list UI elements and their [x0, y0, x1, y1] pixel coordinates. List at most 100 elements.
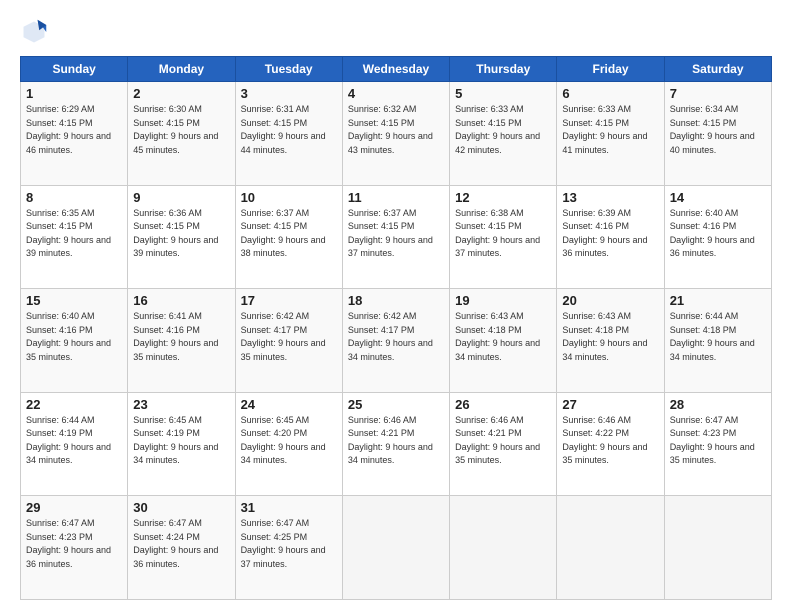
calendar-cell: 20 Sunrise: 6:43 AMSunset: 4:18 PMDaylig…	[557, 289, 664, 393]
calendar-cell: 17 Sunrise: 6:42 AMSunset: 4:17 PMDaylig…	[235, 289, 342, 393]
day-info: Sunrise: 6:41 AMSunset: 4:16 PMDaylight:…	[133, 311, 218, 362]
day-info: Sunrise: 6:29 AMSunset: 4:15 PMDaylight:…	[26, 104, 111, 155]
day-info: Sunrise: 6:43 AMSunset: 4:18 PMDaylight:…	[562, 311, 647, 362]
day-info: Sunrise: 6:44 AMSunset: 4:19 PMDaylight:…	[26, 415, 111, 466]
calendar-cell: 4 Sunrise: 6:32 AMSunset: 4:15 PMDayligh…	[342, 82, 449, 186]
day-number: 13	[562, 190, 658, 205]
calendar-cell	[450, 496, 557, 600]
calendar-cell: 26 Sunrise: 6:46 AMSunset: 4:21 PMDaylig…	[450, 392, 557, 496]
col-header-thursday: Thursday	[450, 57, 557, 82]
day-number: 11	[348, 190, 444, 205]
calendar-cell: 16 Sunrise: 6:41 AMSunset: 4:16 PMDaylig…	[128, 289, 235, 393]
calendar-cell: 13 Sunrise: 6:39 AMSunset: 4:16 PMDaylig…	[557, 185, 664, 289]
calendar-cell: 1 Sunrise: 6:29 AMSunset: 4:15 PMDayligh…	[21, 82, 128, 186]
day-number: 7	[670, 86, 766, 101]
col-header-friday: Friday	[557, 57, 664, 82]
calendar-week-5: 29 Sunrise: 6:47 AMSunset: 4:23 PMDaylig…	[21, 496, 772, 600]
day-info: Sunrise: 6:37 AMSunset: 4:15 PMDaylight:…	[348, 208, 433, 259]
calendar-cell: 3 Sunrise: 6:31 AMSunset: 4:15 PMDayligh…	[235, 82, 342, 186]
day-info: Sunrise: 6:34 AMSunset: 4:15 PMDaylight:…	[670, 104, 755, 155]
calendar-week-3: 15 Sunrise: 6:40 AMSunset: 4:16 PMDaylig…	[21, 289, 772, 393]
day-info: Sunrise: 6:37 AMSunset: 4:15 PMDaylight:…	[241, 208, 326, 259]
day-number: 1	[26, 86, 122, 101]
col-header-saturday: Saturday	[664, 57, 771, 82]
day-info: Sunrise: 6:31 AMSunset: 4:15 PMDaylight:…	[241, 104, 326, 155]
day-number: 14	[670, 190, 766, 205]
day-info: Sunrise: 6:38 AMSunset: 4:15 PMDaylight:…	[455, 208, 540, 259]
calendar-cell: 25 Sunrise: 6:46 AMSunset: 4:21 PMDaylig…	[342, 392, 449, 496]
calendar-header-row: SundayMondayTuesdayWednesdayThursdayFrid…	[21, 57, 772, 82]
calendar-cell: 19 Sunrise: 6:43 AMSunset: 4:18 PMDaylig…	[450, 289, 557, 393]
calendar-cell	[557, 496, 664, 600]
day-info: Sunrise: 6:42 AMSunset: 4:17 PMDaylight:…	[348, 311, 433, 362]
calendar-cell: 31 Sunrise: 6:47 AMSunset: 4:25 PMDaylig…	[235, 496, 342, 600]
calendar-cell: 8 Sunrise: 6:35 AMSunset: 4:15 PMDayligh…	[21, 185, 128, 289]
calendar-week-1: 1 Sunrise: 6:29 AMSunset: 4:15 PMDayligh…	[21, 82, 772, 186]
calendar-cell: 22 Sunrise: 6:44 AMSunset: 4:19 PMDaylig…	[21, 392, 128, 496]
calendar-cell: 27 Sunrise: 6:46 AMSunset: 4:22 PMDaylig…	[557, 392, 664, 496]
calendar-table: SundayMondayTuesdayWednesdayThursdayFrid…	[20, 56, 772, 600]
day-number: 16	[133, 293, 229, 308]
day-number: 2	[133, 86, 229, 101]
calendar-cell: 18 Sunrise: 6:42 AMSunset: 4:17 PMDaylig…	[342, 289, 449, 393]
calendar-cell: 2 Sunrise: 6:30 AMSunset: 4:15 PMDayligh…	[128, 82, 235, 186]
calendar-cell: 11 Sunrise: 6:37 AMSunset: 4:15 PMDaylig…	[342, 185, 449, 289]
day-info: Sunrise: 6:36 AMSunset: 4:15 PMDaylight:…	[133, 208, 218, 259]
day-info: Sunrise: 6:47 AMSunset: 4:25 PMDaylight:…	[241, 518, 326, 569]
day-info: Sunrise: 6:30 AMSunset: 4:15 PMDaylight:…	[133, 104, 218, 155]
day-info: Sunrise: 6:40 AMSunset: 4:16 PMDaylight:…	[26, 311, 111, 362]
calendar-cell: 30 Sunrise: 6:47 AMSunset: 4:24 PMDaylig…	[128, 496, 235, 600]
day-number: 15	[26, 293, 122, 308]
calendar-cell: 23 Sunrise: 6:45 AMSunset: 4:19 PMDaylig…	[128, 392, 235, 496]
calendar-cell: 15 Sunrise: 6:40 AMSunset: 4:16 PMDaylig…	[21, 289, 128, 393]
day-number: 28	[670, 397, 766, 412]
calendar-cell	[342, 496, 449, 600]
calendar-week-4: 22 Sunrise: 6:44 AMSunset: 4:19 PMDaylig…	[21, 392, 772, 496]
day-info: Sunrise: 6:47 AMSunset: 4:23 PMDaylight:…	[670, 415, 755, 466]
day-info: Sunrise: 6:45 AMSunset: 4:20 PMDaylight:…	[241, 415, 326, 466]
calendar-cell: 12 Sunrise: 6:38 AMSunset: 4:15 PMDaylig…	[450, 185, 557, 289]
calendar-cell: 21 Sunrise: 6:44 AMSunset: 4:18 PMDaylig…	[664, 289, 771, 393]
day-info: Sunrise: 6:46 AMSunset: 4:21 PMDaylight:…	[348, 415, 433, 466]
day-number: 4	[348, 86, 444, 101]
day-number: 26	[455, 397, 551, 412]
day-number: 3	[241, 86, 337, 101]
day-number: 29	[26, 500, 122, 515]
day-number: 23	[133, 397, 229, 412]
day-info: Sunrise: 6:40 AMSunset: 4:16 PMDaylight:…	[670, 208, 755, 259]
day-info: Sunrise: 6:45 AMSunset: 4:19 PMDaylight:…	[133, 415, 218, 466]
day-number: 5	[455, 86, 551, 101]
day-info: Sunrise: 6:33 AMSunset: 4:15 PMDaylight:…	[455, 104, 540, 155]
day-number: 19	[455, 293, 551, 308]
day-info: Sunrise: 6:35 AMSunset: 4:15 PMDaylight:…	[26, 208, 111, 259]
calendar-cell: 29 Sunrise: 6:47 AMSunset: 4:23 PMDaylig…	[21, 496, 128, 600]
day-info: Sunrise: 6:33 AMSunset: 4:15 PMDaylight:…	[562, 104, 647, 155]
day-number: 24	[241, 397, 337, 412]
day-info: Sunrise: 6:46 AMSunset: 4:21 PMDaylight:…	[455, 415, 540, 466]
day-number: 12	[455, 190, 551, 205]
day-number: 18	[348, 293, 444, 308]
logo-icon	[20, 18, 48, 46]
day-info: Sunrise: 6:43 AMSunset: 4:18 PMDaylight:…	[455, 311, 540, 362]
day-number: 21	[670, 293, 766, 308]
day-number: 10	[241, 190, 337, 205]
calendar-cell: 5 Sunrise: 6:33 AMSunset: 4:15 PMDayligh…	[450, 82, 557, 186]
day-info: Sunrise: 6:39 AMSunset: 4:16 PMDaylight:…	[562, 208, 647, 259]
col-header-wednesday: Wednesday	[342, 57, 449, 82]
header	[20, 18, 772, 46]
calendar-week-2: 8 Sunrise: 6:35 AMSunset: 4:15 PMDayligh…	[21, 185, 772, 289]
logo	[20, 18, 52, 46]
col-header-sunday: Sunday	[21, 57, 128, 82]
calendar-cell: 24 Sunrise: 6:45 AMSunset: 4:20 PMDaylig…	[235, 392, 342, 496]
day-number: 8	[26, 190, 122, 205]
day-number: 17	[241, 293, 337, 308]
day-number: 27	[562, 397, 658, 412]
day-number: 20	[562, 293, 658, 308]
day-number: 30	[133, 500, 229, 515]
day-info: Sunrise: 6:47 AMSunset: 4:23 PMDaylight:…	[26, 518, 111, 569]
calendar-cell: 9 Sunrise: 6:36 AMSunset: 4:15 PMDayligh…	[128, 185, 235, 289]
col-header-tuesday: Tuesday	[235, 57, 342, 82]
calendar-cell: 14 Sunrise: 6:40 AMSunset: 4:16 PMDaylig…	[664, 185, 771, 289]
day-number: 9	[133, 190, 229, 205]
day-info: Sunrise: 6:42 AMSunset: 4:17 PMDaylight:…	[241, 311, 326, 362]
